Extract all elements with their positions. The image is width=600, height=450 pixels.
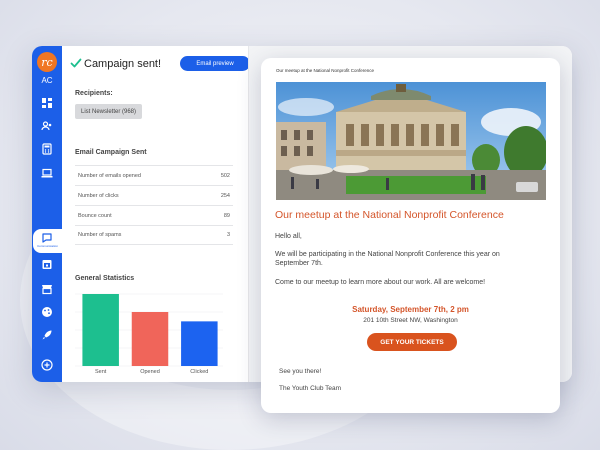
sidebar: rc AC Communication — [32, 46, 62, 382]
palette-icon[interactable] — [40, 305, 54, 319]
table-row: Number of emails opened 502 — [75, 165, 233, 185]
email-team: The Youth Club Team — [279, 385, 342, 392]
stat-label: Number of clicks — [78, 192, 119, 199]
check-icon — [70, 58, 82, 68]
x-tick-label: Sent — [95, 369, 107, 375]
email-paragraph-2: Come to our meetup to learn more about o… — [275, 279, 486, 286]
table-row: Bounce count 89 — [75, 205, 233, 225]
x-tick-label: Opened — [140, 369, 160, 375]
add-icon[interactable] — [40, 358, 54, 372]
email-preview-card: Our meetup at the National Nonprofit Con… — [261, 58, 560, 413]
general-stats-title: General Statistics — [75, 275, 135, 282]
email-signoff: See you there! — [279, 368, 322, 375]
x-tick-label: Clicked — [190, 369, 208, 375]
campaign-stats-title: Email Campaign Sent — [75, 149, 147, 156]
stat-label: Bounce count — [78, 212, 112, 219]
table-row: Number of spams 3 — [75, 225, 233, 245]
table-row: Number of clicks 254 — [75, 185, 233, 205]
event-address: 201 10th Street NW, Washington — [363, 317, 458, 324]
email-subject-line: Our meetup at the National Nonprofit Con… — [276, 68, 375, 73]
campaign-stats-table: Number of emails opened 502 Number of cl… — [75, 165, 233, 245]
sidebar-item-communication[interactable]: Communication — [33, 229, 62, 253]
email-title: Our meetup at the National Nonprofit Con… — [275, 209, 504, 221]
recipient-list-chip[interactable]: List Newsletter (968) — [75, 104, 143, 119]
stat-value: 254 — [220, 192, 230, 199]
page-title: Campaign sent! — [84, 58, 162, 70]
email-greeting: Hello all, — [275, 233, 302, 240]
bar-clicked[interactable] — [181, 321, 218, 366]
stat-value: 89 — [223, 212, 230, 219]
bar-sent[interactable] — [82, 294, 119, 366]
store-icon[interactable] — [40, 282, 54, 296]
bar-opened[interactable] — [131, 312, 169, 366]
event-date: Saturday, September 7th, 2 pm — [352, 305, 469, 314]
email-preview-button[interactable]: Email preview — [180, 56, 250, 71]
email-paragraph-1: We will be participating in the National… — [275, 251, 500, 268]
opera-house-photo — [276, 82, 546, 200]
calendar-icon[interactable] — [40, 257, 54, 271]
chat-icon — [40, 231, 54, 245]
laptop-icon[interactable] — [40, 166, 54, 180]
bar-chart: Sent Opened Clicked — [75, 293, 223, 375]
recipients-label: Recipients: — [75, 90, 113, 97]
stat-label: Number of spams — [78, 232, 122, 238]
general-stats-chart: Sent Opened Clicked — [75, 292, 223, 376]
stat-value: 3 — [226, 232, 230, 238]
contacts-icon[interactable] — [40, 119, 54, 133]
get-tickets-button[interactable]: GET YOUR TICKETS — [367, 333, 457, 351]
user-initials[interactable]: AC — [32, 76, 62, 85]
dashboard-icon[interactable] — [40, 96, 54, 110]
rocket-icon[interactable] — [40, 328, 54, 342]
sidebar-item-label: Communication — [37, 244, 58, 248]
calculator-icon[interactable] — [40, 142, 54, 156]
stat-label: Number of emails opened — [78, 172, 141, 179]
app-logo[interactable]: rc — [37, 52, 57, 72]
stat-value: 502 — [220, 172, 230, 179]
